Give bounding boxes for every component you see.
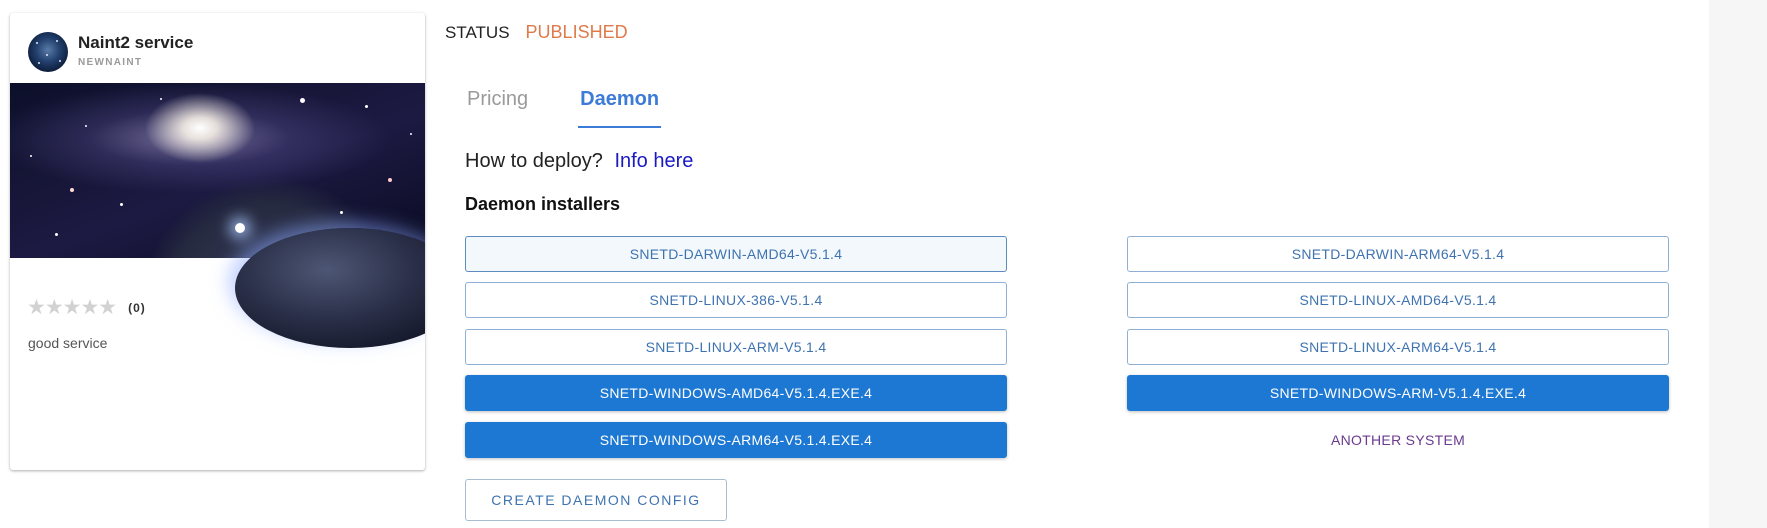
installer-darwin-amd64-button[interactable]: SNETD-DARWIN-AMD64-V5.1.4 <box>465 236 1007 272</box>
installer-linux-amd64-button[interactable]: SNETD-LINUX-AMD64-V5.1.4 <box>1127 282 1669 318</box>
service-description: good service <box>28 335 108 351</box>
installer-windows-arm-button[interactable]: SNETD-WINDOWS-ARM-V5.1.4.EXE.4 <box>1127 375 1669 411</box>
another-system-button[interactable]: ANOTHER SYSTEM <box>1127 422 1669 458</box>
tab-pricing[interactable]: Pricing <box>465 88 530 128</box>
rating-count: (0) <box>128 300 146 315</box>
deploy-info: How to deploy? Info here <box>465 150 693 173</box>
service-org: NEWNAINT <box>78 57 143 68</box>
deploy-question: How to deploy? <box>465 150 603 172</box>
service-avatar <box>28 32 68 72</box>
card-header: Naint2 service NEWNAINT <box>10 13 425 83</box>
installer-linux-arm64-button[interactable]: SNETD-LINUX-ARM64-V5.1.4 <box>1127 329 1669 365</box>
create-daemon-config-button[interactable]: CREATE DAEMON CONFIG <box>465 479 727 521</box>
deploy-info-link[interactable]: Info here <box>614 150 693 172</box>
tab-daemon[interactable]: Daemon <box>578 88 661 128</box>
page-gutter <box>1709 0 1767 528</box>
status-value: PUBLISHED <box>525 22 628 42</box>
tab-bar: Pricing Daemon <box>465 88 709 128</box>
page: Naint2 service NEWNAINT ★★★★★ (0) good s… <box>0 0 1709 528</box>
status-line: STATUS PUBLISHED <box>445 22 628 43</box>
service-image <box>10 83 425 348</box>
installer-linux-386-button[interactable]: SNETD-LINUX-386-V5.1.4 <box>465 282 1007 318</box>
service-card: Naint2 service NEWNAINT ★★★★★ (0) good s… <box>10 13 425 470</box>
service-title: Naint2 service <box>78 33 194 52</box>
installer-windows-arm64-button[interactable]: SNETD-WINDOWS-ARM64-V5.1.4.EXE.4 <box>465 422 1007 458</box>
installer-linux-arm-button[interactable]: SNETD-LINUX-ARM-V5.1.4 <box>465 329 1007 365</box>
rating: ★★★★★ (0) <box>27 295 146 320</box>
rating-stars[interactable]: ★★★★★ <box>27 295 117 320</box>
installer-darwin-arm64-button[interactable]: SNETD-DARWIN-ARM64-V5.1.4 <box>1127 236 1669 272</box>
installers-title: Daemon installers <box>465 194 621 214</box>
planet-graphic <box>235 228 425 348</box>
installer-windows-amd64-button[interactable]: SNETD-WINDOWS-AMD64-V5.1.4.EXE.4 <box>465 375 1007 411</box>
status-label: STATUS <box>445 23 510 42</box>
